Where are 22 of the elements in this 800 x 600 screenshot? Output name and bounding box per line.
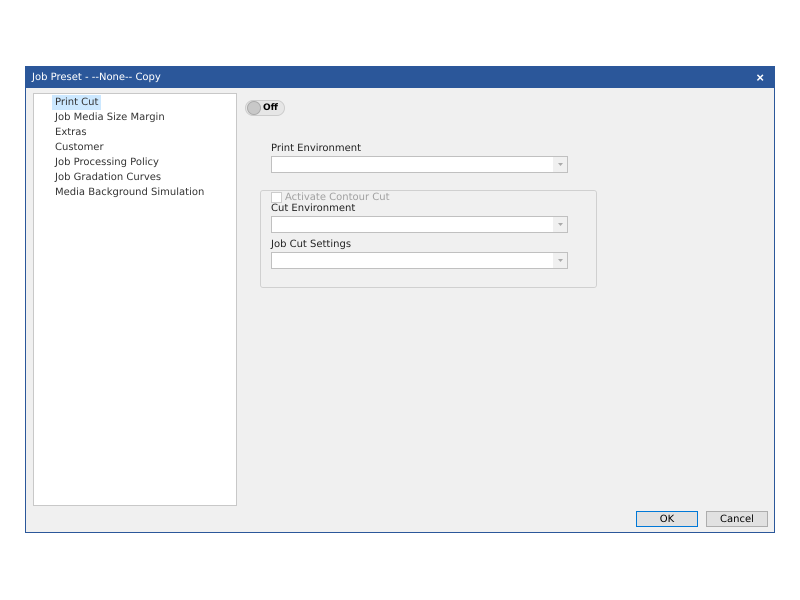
dropdown-field[interactable]	[271, 252, 568, 269]
dialog-button[interactable]: Cancel	[706, 511, 768, 527]
window-title: Job Preset - --None-- Copy	[32, 72, 161, 83]
dialog-button[interactable]: OK	[636, 511, 698, 527]
toggle-switch[interactable]: Off	[245, 100, 285, 116]
caret-icon	[558, 223, 562, 226]
sidebar-item[interactable]: Print Cut	[52, 95, 102, 110]
dropdown-field[interactable]	[271, 156, 568, 173]
sidebar-item[interactable]: Extras	[52, 125, 90, 140]
sidebar-item[interactable]: Job Media Size Margin	[52, 110, 168, 125]
field-label: Cut Environment	[271, 203, 356, 214]
checkbox-label: Activate Contour Cut	[285, 192, 390, 203]
dropdown-field[interactable]	[271, 216, 568, 233]
field-label: Print Environment	[271, 143, 362, 154]
caret-icon	[558, 259, 562, 262]
sidebar-item[interactable]: Customer	[52, 140, 107, 155]
close-button[interactable]: ×	[752, 70, 768, 85]
sidebar-item[interactable]: Media Background Simulation	[52, 185, 208, 200]
caret-icon	[558, 163, 562, 166]
sidebar-item[interactable]: Job Processing Policy	[52, 155, 162, 170]
field-label: Job Cut Settings	[271, 239, 352, 250]
sidebar-item[interactable]: Job Gradation Curves	[52, 170, 164, 185]
